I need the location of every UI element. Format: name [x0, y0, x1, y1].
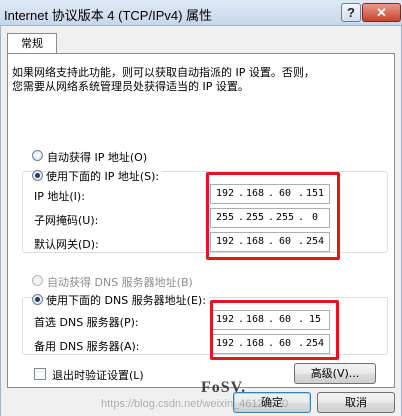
dialog-body: 常规 如果网络支持此功能，则可以获取自动指派的 IP 设置。否则， 您需要从网络…: [0, 26, 402, 416]
validate-on-exit-label[interactable]: 退出时验证设置(L): [52, 367, 144, 383]
description-line-1: 如果网络支持此功能，则可以获取自动指派的 IP 设置。否则，: [12, 66, 315, 79]
dns-auto-radio[interactable]: [32, 275, 43, 286]
dns-manual-label[interactable]: 使用下面的 DNS 服务器地址(E):: [46, 292, 209, 308]
default-gateway-label: 默认网关(D):: [34, 238, 99, 251]
subnet-mask-label: 子网掩码(U):: [34, 214, 99, 227]
ip-auto-label[interactable]: 自动获得 IP 地址(O): [47, 149, 147, 165]
cancel-button[interactable]: 取消: [317, 392, 395, 413]
ip-manual-label[interactable]: 使用下面的 IP 地址(S):: [46, 168, 163, 184]
ip-manual-radio[interactable]: [32, 170, 43, 181]
general-tab-panel: 如果网络支持此功能，则可以获取自动指派的 IP 设置。否则， 您需要从网络系统管…: [7, 53, 395, 396]
dns-auto-label[interactable]: 自动获得 DNS 服务器地址(B): [47, 274, 193, 290]
close-icon: ✕: [376, 5, 387, 20]
description-text: 如果网络支持此功能，则可以获取自动指派的 IP 设置。否则， 您需要从网络系统管…: [12, 66, 390, 94]
window-title-bar[interactable]: Internet 协议版本 4 (TCP/IPv4) 属性 ? ✕: [0, 0, 402, 26]
validate-on-exit-checkbox[interactable]: [34, 368, 46, 380]
ip-highlight-box: [206, 172, 340, 260]
description-line-2: 您需要从网络系统管理员处获得适当的 IP 设置。: [12, 80, 249, 93]
preferred-dns-label: 首选 DNS 服务器(P):: [34, 316, 139, 329]
ip-auto-radio[interactable]: [32, 150, 43, 161]
ok-button[interactable]: 确定: [233, 392, 311, 413]
window-title: Internet 协议版本 4 (TCP/IPv4) 属性: [4, 8, 213, 23]
dns-highlight-box: [210, 300, 339, 360]
help-button[interactable]: ?: [341, 3, 361, 22]
alternate-dns-label: 备用 DNS 服务器(A):: [34, 340, 140, 353]
advanced-button[interactable]: 高级(V)...: [294, 363, 376, 384]
close-button[interactable]: ✕: [362, 3, 401, 22]
dns-manual-radio[interactable]: [32, 294, 43, 305]
tab-general[interactable]: 常规: [7, 33, 57, 54]
ip-address-label: IP 地址(I):: [34, 190, 85, 203]
